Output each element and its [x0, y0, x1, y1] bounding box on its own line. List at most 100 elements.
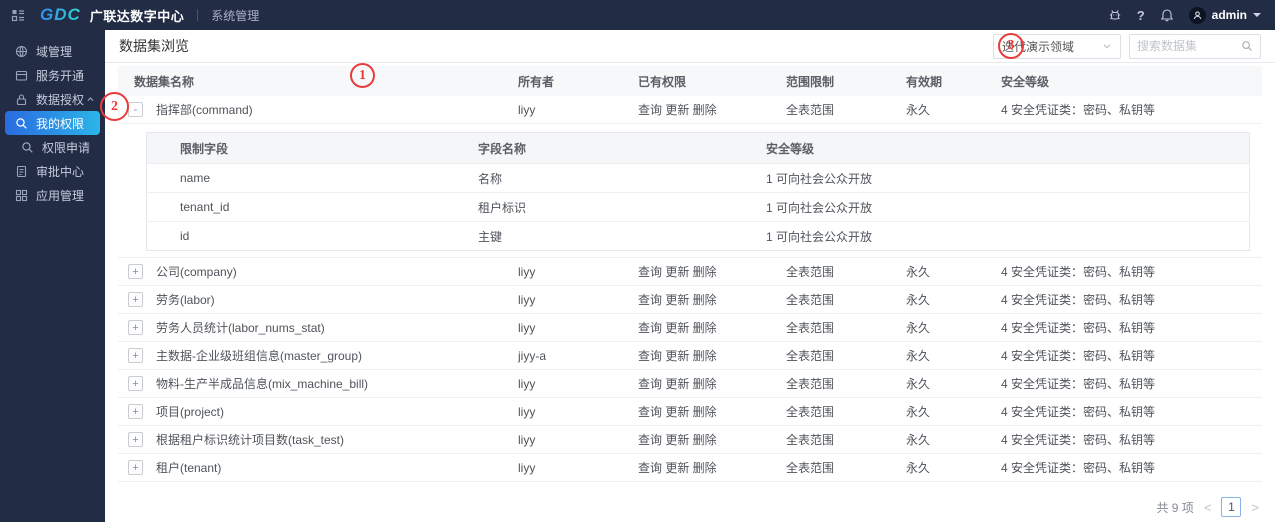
dataset-security-level: 4 安全凭证类：密码、私钥等 — [1001, 459, 1262, 476]
column-header-scope: 范围限制 — [786, 73, 906, 90]
dataset-permissions: 查询 更新 删除 — [638, 403, 786, 420]
dataset-security-level: 4 安全凭证类：密码、私钥等 — [1001, 347, 1262, 364]
nested-header-row: 限制字段 字段名称 安全等级 — [147, 133, 1249, 163]
table-row[interactable]: + 主数据-企业级班组信息(master_group) jiyy-a 查询 更新… — [118, 342, 1262, 370]
dataset-security-level: 4 安全凭证类：密码、私钥等 — [1001, 263, 1262, 280]
dataset-security-level: 4 安全凭证类：密码、私钥等 — [1001, 403, 1262, 420]
table-row[interactable]: + 劳务人员统计(labor_nums_stat) liyy 查询 更新 删除 … — [118, 314, 1262, 342]
dataset-owner: liyy — [518, 265, 638, 279]
dataset-name: 公司(company) — [156, 263, 518, 280]
dataset-name: 指挥部(command) — [156, 101, 518, 118]
dataset-scope: 全表范围 — [786, 347, 906, 364]
sidebar: 域管理 服务开通 数据授权 — [0, 30, 105, 522]
document-icon — [15, 165, 28, 178]
main-content: 数据集浏览 迭代演示领域 — [105, 30, 1275, 522]
nested-column-header-field-name: 字段名称 — [445, 140, 733, 157]
dataset-validity: 永久 — [906, 347, 1001, 364]
page-number-button[interactable]: 1 — [1221, 497, 1241, 517]
sidebar-item-permission-request[interactable]: 权限申请 — [0, 135, 105, 159]
field-id: name — [147, 171, 445, 185]
page-title: 数据集浏览 — [119, 36, 189, 56]
dataset-permissions: 查询 更新 删除 — [638, 459, 786, 476]
sidebar-item-approval-center[interactable]: 审批中心 — [0, 159, 105, 183]
search-input[interactable] — [1137, 39, 1241, 53]
table-row[interactable]: + 物料-生产半成品信息(mix_machine_bill) liyy 查询 更… — [118, 370, 1262, 398]
collapse-row-button[interactable]: - — [128, 102, 143, 117]
field-restriction-table: 限制字段 字段名称 安全等级 name 名称 1 可向社会公众开放 tenant… — [146, 132, 1250, 251]
dataset-owner: jiyy-a — [518, 349, 638, 363]
menu-list-icon — [11, 8, 25, 22]
username-label: admin — [1212, 8, 1247, 22]
field-name: 租户标识 — [445, 199, 733, 216]
table-row[interactable]: + 租户(tenant) liyy 查询 更新 删除 全表范围 永久 4 安全凭… — [118, 454, 1262, 482]
table-row[interactable]: + 项目(project) liyy 查询 更新 删除 全表范围 永久 4 安全… — [118, 398, 1262, 426]
dataset-name: 租户(tenant) — [156, 459, 518, 476]
dataset-scope: 全表范围 — [786, 291, 906, 308]
chevron-down-icon — [1102, 41, 1112, 51]
dataset-name: 劳务人员统计(labor_nums_stat) — [156, 319, 518, 336]
dataset-validity: 永久 — [906, 403, 1001, 420]
dataset-validity: 永久 — [906, 459, 1001, 476]
column-header-owner: 所有者 — [518, 73, 638, 90]
sidebar-item-service-activation[interactable]: 服务开通 — [0, 63, 105, 87]
prev-page-button[interactable]: < — [1204, 500, 1212, 515]
sidebar-item-data-authorization[interactable]: 数据授权 — [0, 87, 105, 111]
expand-row-button[interactable]: + — [128, 292, 143, 307]
field-security-level: 1 可向社会公众开放 — [733, 199, 1249, 216]
dataset-validity: 永久 — [906, 375, 1001, 392]
topbar-actions: ? admin — [1108, 7, 1261, 24]
nav-item-system-management[interactable]: 系统管理 — [211, 7, 259, 24]
sidebar-item-app-management[interactable]: 应用管理 — [0, 183, 105, 207]
table-row[interactable]: - 指挥部(command) liyy 查询 更新 删除 全表范围 永久 4 安… — [118, 96, 1262, 124]
brand-title: 广联达数字中心 — [90, 6, 185, 25]
globe-icon — [15, 45, 28, 58]
search-icon[interactable] — [1241, 40, 1253, 52]
field-id: id — [147, 229, 445, 243]
table-row[interactable]: + 根据租户标识统计项目数(task_test) liyy 查询 更新 删除 全… — [118, 426, 1262, 454]
dataset-validity: 永久 — [906, 319, 1001, 336]
sidebar-item-my-permissions[interactable]: 我的权限 — [5, 111, 100, 135]
magnifier-icon — [21, 141, 34, 154]
sidebar-item-label: 数据授权 — [36, 91, 84, 108]
field-name: 名称 — [445, 170, 733, 187]
expand-row-button[interactable]: + — [128, 348, 143, 363]
notification-bell-icon[interactable] — [1160, 8, 1174, 22]
dataset-name: 项目(project) — [156, 403, 518, 420]
help-icon[interactable]: ? — [1137, 8, 1145, 23]
column-header-validity: 有效期 — [906, 73, 1001, 90]
next-page-button[interactable]: > — [1251, 500, 1259, 515]
nested-table-row: id 主键 1 可向社会公众开放 — [147, 221, 1249, 250]
expand-row-button[interactable]: + — [128, 376, 143, 391]
nested-column-header-security: 安全等级 — [733, 140, 1249, 157]
user-menu[interactable]: admin — [1189, 7, 1261, 24]
sidebar-item-label: 审批中心 — [36, 163, 84, 180]
dataset-security-level: 4 安全凭证类：密码、私钥等 — [1001, 431, 1262, 448]
dataset-search — [1129, 34, 1261, 59]
expand-row-button[interactable]: + — [128, 460, 143, 475]
table-row[interactable]: + 公司(company) liyy 查询 更新 删除 全表范围 永久 4 安全… — [118, 258, 1262, 286]
field-security-level: 1 可向社会公众开放 — [733, 228, 1249, 245]
nav-divider — [197, 9, 198, 21]
dataset-permissions: 查询 更新 删除 — [638, 347, 786, 364]
sidebar-collapse-button[interactable] — [0, 0, 36, 30]
expand-row-button[interactable]: + — [128, 320, 143, 335]
table-header-row: 数据集名称 所有者 已有权限 范围限制 有效期 安全等级 — [118, 66, 1262, 96]
dataset-name: 物料-生产半成品信息(mix_machine_bill) — [156, 375, 518, 392]
sidebar-item-label: 域管理 — [36, 43, 72, 60]
bug-feedback-icon[interactable] — [1108, 8, 1122, 22]
nested-column-header-field: 限制字段 — [147, 140, 445, 157]
magnifier-icon — [15, 117, 28, 130]
dataset-scope: 全表范围 — [786, 375, 906, 392]
dataset-permissions: 查询 更新 删除 — [638, 291, 786, 308]
expand-row-button[interactable]: + — [128, 432, 143, 447]
lock-icon — [15, 93, 28, 106]
table-row[interactable]: + 劳务(labor) liyy 查询 更新 删除 全表范围 永久 4 安全凭证… — [118, 286, 1262, 314]
dataset-validity: 永久 — [906, 291, 1001, 308]
sidebar-item-domain-management[interactable]: 域管理 — [0, 39, 105, 63]
grid-icon — [15, 189, 28, 202]
domain-select[interactable]: 迭代演示领域 — [993, 34, 1121, 59]
field-id: tenant_id — [147, 200, 445, 214]
expand-row-button[interactable]: + — [128, 264, 143, 279]
column-header-security: 安全等级 — [1001, 73, 1262, 90]
expand-row-button[interactable]: + — [128, 404, 143, 419]
